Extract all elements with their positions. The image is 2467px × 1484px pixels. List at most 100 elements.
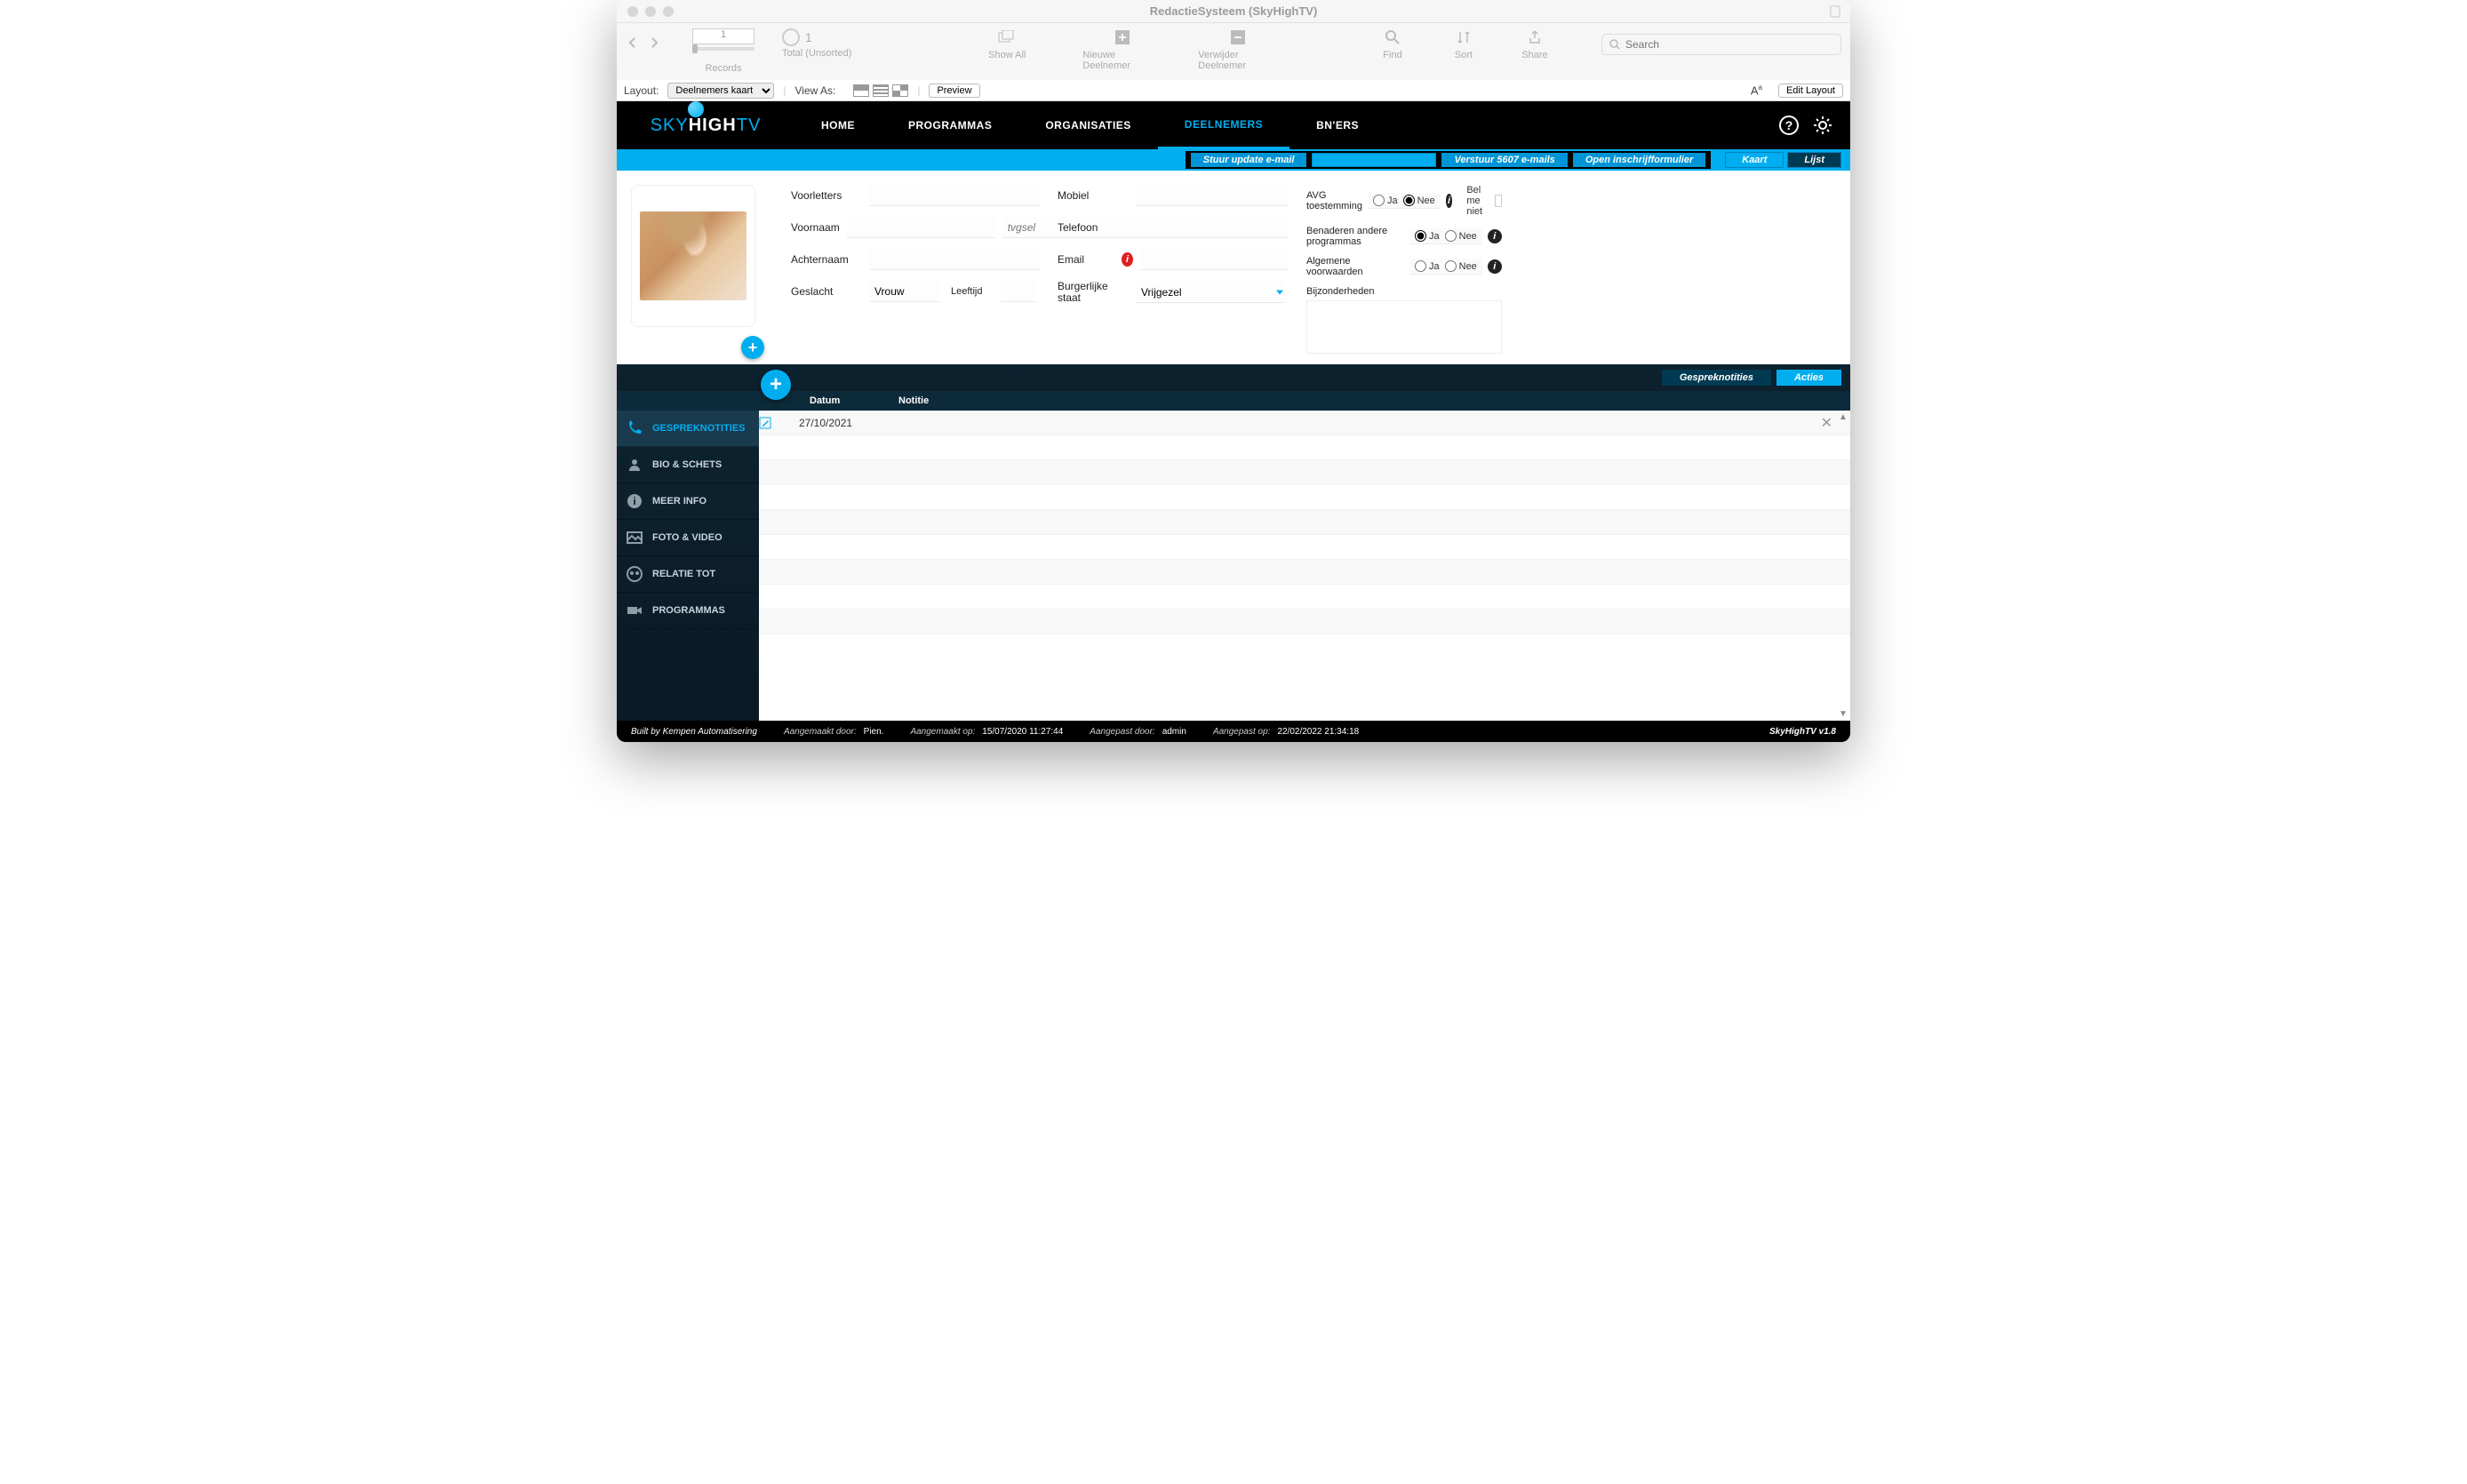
photo-frame[interactable] <box>631 185 755 327</box>
show-all-button[interactable]: Show All <box>967 28 1047 71</box>
window-titlebar: RedactieSysteem (SkyHighTV) <box>617 0 1850 23</box>
sort-button[interactable]: Sort <box>1441 28 1486 60</box>
geslacht-input[interactable] <box>869 281 940 302</box>
modified-on: 22/02/2022 21:34:18 <box>1277 727 1359 737</box>
group-icon <box>626 565 643 583</box>
email-input[interactable] <box>1140 249 1289 270</box>
sidebar-tab-programmas[interactable]: PROGRAMMAS <box>617 593 759 629</box>
records-label: Records <box>706 63 742 74</box>
mobiel-label: Mobiel <box>1058 189 1129 202</box>
sidebar-tab-meer[interactable]: i MEER INFO <box>617 483 759 520</box>
voornaam-label: Voornaam <box>791 221 840 234</box>
preview-button[interactable]: Preview <box>929 84 979 98</box>
nav-home[interactable]: HOME <box>794 101 882 149</box>
telefoon-input[interactable] <box>1136 217 1289 238</box>
svg-text:i: i <box>633 495 635 507</box>
algemene-label: Algemene voorwaarden <box>1306 256 1404 277</box>
action-bar: Stuur update e-mail Verstuur 5607 e-mail… <box>617 149 1850 171</box>
burgerlijke-select[interactable] <box>1136 282 1284 303</box>
benaderen-nee-radio[interactable]: Nee <box>1445 230 1477 242</box>
section-tab-gesprek[interactable]: Gespreknotities <box>1662 370 1771 386</box>
edit-layout-button[interactable]: Edit Layout <box>1778 84 1843 98</box>
layout-select[interactable]: Deelnemers kaart <box>667 83 774 99</box>
benaderen-label: Benaderen andere programmas <box>1306 226 1404 247</box>
voorletters-input[interactable] <box>869 185 1040 206</box>
delete-record-button[interactable]: Verwijder Deelnemer <box>1198 28 1278 71</box>
send-update-email-button[interactable]: Stuur update e-mail <box>1191 153 1307 167</box>
find-button[interactable]: Find <box>1370 28 1415 60</box>
layout-bar: Layout: Deelnemers kaart | View As: | Pr… <box>617 80 1850 101</box>
achternaam-input[interactable] <box>869 249 1040 270</box>
bijzonder-textarea[interactable] <box>1306 300 1502 354</box>
help-icon[interactable]: ? <box>1779 116 1799 135</box>
scroll-down-icon[interactable]: ▼ <box>1838 709 1848 719</box>
created-on: 15/07/2020 11:27:44 <box>982 727 1063 737</box>
telefoon-label: Telefoon <box>1058 221 1129 234</box>
status-footer: Built by Kempen Automatisering Aangemaak… <box>617 721 1850 742</box>
sidebar-tab-relatie[interactable]: RELATIE TOT <box>617 556 759 593</box>
add-photo-button[interactable]: + <box>741 336 764 359</box>
benaderen-ja-radio[interactable]: Ja <box>1415 230 1440 242</box>
delete-note-icon[interactable]: ✕ <box>1821 414 1832 432</box>
email-warning-icon[interactable]: i <box>1122 252 1133 267</box>
belme-checkbox[interactable] <box>1495 195 1502 207</box>
algemene-nee-radio[interactable]: Nee <box>1445 260 1477 272</box>
search-input[interactable] <box>1625 38 1833 51</box>
app-nav: SKYHIGHTV HOME PROGRAMMAS ORGANISATIES D… <box>617 101 1850 149</box>
camera-icon <box>626 602 643 619</box>
view-form-icon[interactable] <box>853 84 869 97</box>
send-bulk-email-button[interactable]: Verstuur 5607 e-mails <box>1441 153 1567 167</box>
text-size-icon[interactable]: Aa <box>1751 84 1762 97</box>
section-tab-acties[interactable]: Acties <box>1776 370 1841 386</box>
nav-organisaties[interactable]: ORGANISATIES <box>1018 101 1157 149</box>
next-record-button[interactable] <box>647 36 661 50</box>
sidebar-tab-gesprek[interactable]: GESPREKNOTITIES <box>617 411 759 447</box>
sidebar-tab-bio[interactable]: BIO & SCHETS <box>617 447 759 483</box>
col-notitie: Notitie <box>888 395 1850 406</box>
nav-deelnemers[interactable]: DEELNEMERS <box>1158 101 1289 149</box>
view-kaart-button[interactable]: Kaart <box>1725 152 1784 168</box>
algemene-ja-radio[interactable]: Ja <box>1415 260 1440 272</box>
avg-nee-radio[interactable]: Nee <box>1403 195 1435 206</box>
view-table-icon[interactable] <box>892 84 908 97</box>
mobiel-input[interactable] <box>1136 185 1289 206</box>
avg-info-icon[interactable]: i <box>1446 194 1453 208</box>
view-list-icon[interactable] <box>873 84 889 97</box>
zoom-window-icon[interactable] <box>663 6 674 17</box>
avg-label: AVG toestemming <box>1306 190 1362 211</box>
open-form-button[interactable]: Open inschrijfformulier <box>1573 153 1705 167</box>
prev-record-button[interactable] <box>626 36 640 50</box>
traffic-lights <box>617 6 674 17</box>
image-icon <box>626 529 643 547</box>
nav-bners[interactable]: BN'ERS <box>1289 101 1385 149</box>
pie-icon <box>782 28 800 46</box>
note-row[interactable]: 27/10/2021 ✕ <box>759 411 1850 435</box>
participant-photo <box>640 211 746 300</box>
edit-note-icon[interactable] <box>759 417 799 429</box>
action-spacer <box>1312 153 1436 167</box>
toolbar-search[interactable] <box>1601 34 1841 55</box>
algemene-info-icon[interactable]: i <box>1488 259 1502 274</box>
achternaam-label: Achternaam <box>791 253 862 266</box>
share-button[interactable]: Share <box>1513 28 1557 60</box>
created-by-label: Aangemaakt door: <box>784 727 857 737</box>
voornaam-input[interactable] <box>847 217 995 238</box>
scroll-up-icon[interactable]: ▲ <box>1838 412 1848 422</box>
gear-icon[interactable] <box>1813 116 1832 135</box>
modified-by-label: Aangepast door: <box>1090 727 1154 737</box>
sidebar-tab-foto[interactable]: FOTO & VIDEO <box>617 520 759 556</box>
created-on-label: Aangemaakt op: <box>910 727 975 737</box>
leeftijd-input[interactable] <box>1001 281 1036 302</box>
view-lijst-button[interactable]: Lijst <box>1787 152 1841 168</box>
benaderen-info-icon[interactable]: i <box>1488 229 1502 243</box>
close-window-icon[interactable] <box>627 6 638 17</box>
window-title: RedactieSysteem (SkyHighTV) <box>1150 4 1318 18</box>
nav-programmas[interactable]: PROGRAMMAS <box>882 101 1018 149</box>
minimize-window-icon[interactable] <box>645 6 656 17</box>
belme-label: Bel me niet <box>1466 185 1489 217</box>
record-number-input[interactable]: 1 <box>692 28 754 44</box>
new-record-button[interactable]: Nieuwe Deelnemer <box>1082 28 1162 71</box>
modified-by: admin <box>1162 727 1186 737</box>
notes-table: ▲ 27/10/2021 ✕ ▼ <box>759 411 1850 721</box>
avg-ja-radio[interactable]: Ja <box>1373 195 1398 206</box>
